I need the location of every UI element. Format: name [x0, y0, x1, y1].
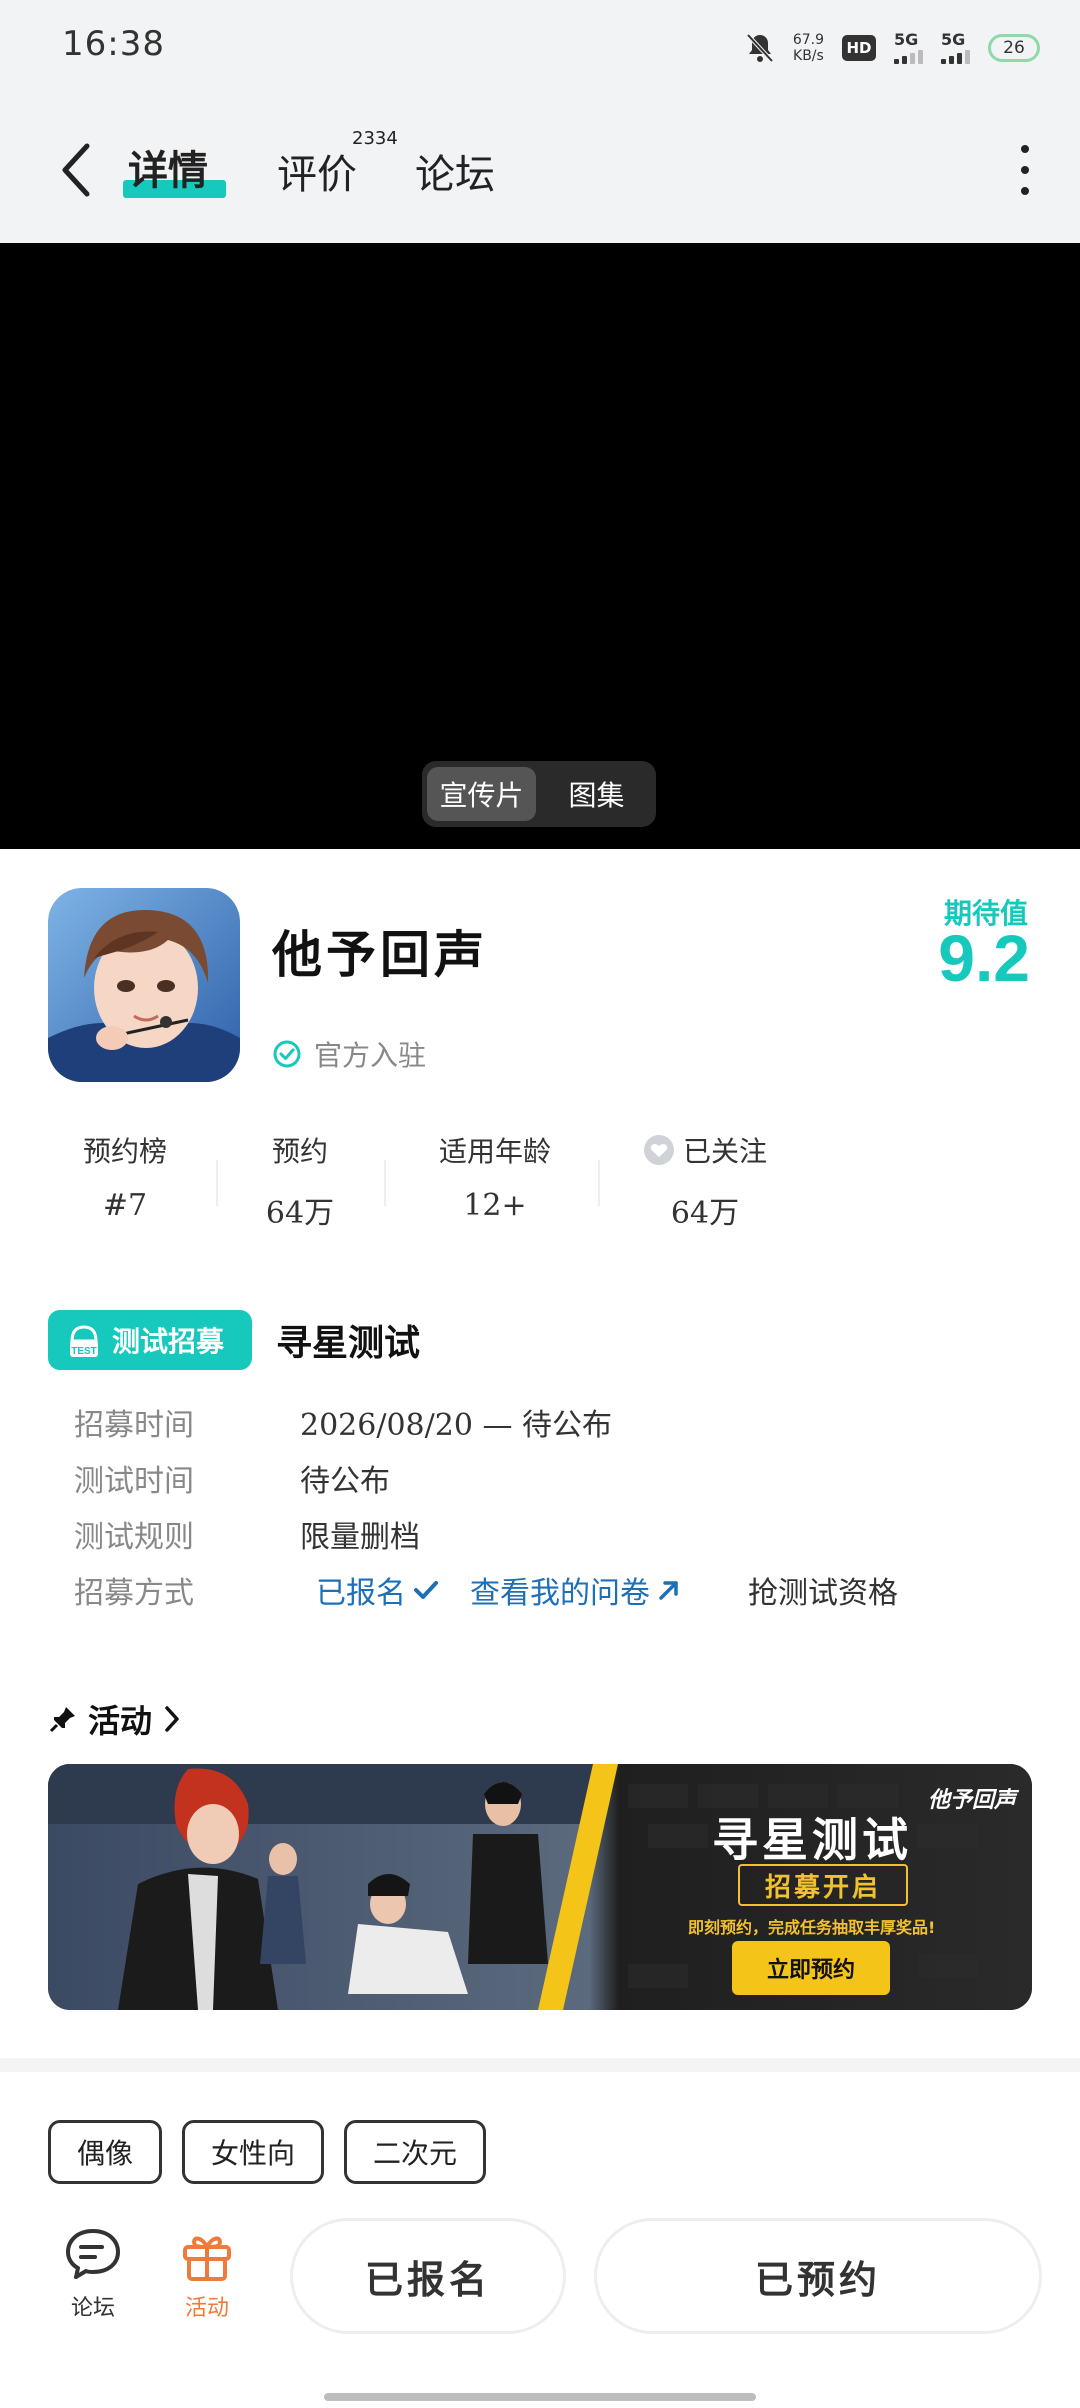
character-portrait-icon — [48, 888, 240, 1082]
tab-reviews[interactable]: 评价 — [277, 142, 357, 200]
stat-value: #7 — [102, 1188, 148, 1223]
status-time: 16:38 — [62, 24, 165, 64]
check-circle-icon — [273, 1040, 301, 1068]
signal-bars-icon — [941, 48, 970, 64]
activity-heading: 活动 — [88, 1702, 153, 1740]
stat-divider — [216, 1160, 218, 1206]
signal-sim1: 5G — [894, 32, 923, 64]
stat-value: 64万 — [670, 1196, 740, 1231]
hd-badge: HD — [842, 35, 876, 61]
video-player[interactable]: 宣传片 图集 — [0, 243, 1080, 849]
grab-test-slot-link[interactable]: 抢测试资格 — [748, 1568, 898, 1612]
net-speed-unit: KB/s — [793, 48, 824, 64]
activity-banner[interactable]: 他予回声 寻星测试 招募开启 即刻预约，完成任务抽取丰厚奖品! 立即预约 — [48, 1764, 1032, 2010]
stat-divider — [598, 1160, 600, 1206]
stat-label: 预约榜 — [82, 1135, 167, 1168]
banner-chip: 招募开启 — [738, 1864, 908, 1906]
app-detail-page: 16:38 67.9 KB/s HD 5G 5G 26 详情 评价 2334 论… — [0, 0, 1080, 2408]
stat-followed[interactable]: 已关注 64万 — [630, 1130, 780, 1232]
net-speed-value: 67.9 — [792, 32, 824, 48]
banner-subtitle: 即刻预约，完成任务抽取丰厚奖品! — [688, 1918, 936, 1937]
arrow-up-right-icon — [659, 1581, 678, 1600]
view-survey-label: 查看我的问卷 — [470, 1576, 650, 1611]
review-count: 2334 — [352, 128, 398, 149]
tag-list: 偶像 女性向 二次元 — [48, 2120, 487, 2184]
banner-title: 寻星测试 — [712, 1813, 912, 1867]
test-recruit-badge: TEST 测试招募 — [48, 1310, 252, 1370]
tag-item[interactable]: 二次元 — [344, 2120, 487, 2184]
stat-label: 已关注 — [682, 1135, 767, 1168]
banner-reserve-button[interactable]: 立即预约 — [732, 1941, 890, 1995]
signed-up-label: 已报名 — [316, 1576, 406, 1611]
expectation-score: 9.2 — [938, 921, 1030, 995]
stat-age-rating: 适用年龄 12+ — [420, 1130, 570, 1223]
tab-detail[interactable]: 详情 — [128, 138, 208, 196]
mute-bell-icon — [746, 33, 774, 63]
stat-reservations: 预约 64万 — [240, 1130, 360, 1232]
stat-rank[interactable]: 预约榜 #7 — [60, 1130, 190, 1223]
chevron-left-icon — [62, 143, 90, 197]
dot-icon — [1021, 187, 1029, 195]
reserved-button[interactable]: 已预约 — [594, 2218, 1042, 2334]
tab-forum[interactable]: 论坛 — [415, 142, 495, 200]
test-rule-label: 测试规则 — [74, 1520, 194, 1555]
recruit-time-label: 招募时间 — [74, 1408, 194, 1443]
activity-header[interactable]: 活动 — [48, 1696, 182, 1742]
gift-icon — [183, 2236, 231, 2281]
dot-icon — [1021, 145, 1029, 153]
signal-bars-icon — [894, 48, 923, 64]
tag-item[interactable]: 女性向 — [182, 2120, 325, 2184]
sim1-label: 5G — [894, 30, 919, 49]
dot-icon — [1021, 166, 1029, 174]
stat-value: 12+ — [463, 1188, 527, 1223]
heart-icon — [643, 1135, 674, 1165]
test-time-value: 待公布 — [300, 1464, 390, 1499]
sim2-label: 5G — [941, 30, 966, 49]
signal-sim2: 5G — [941, 32, 970, 64]
game-icon[interactable] — [48, 888, 240, 1082]
chat-bubble-icon — [66, 2229, 120, 2279]
signed-up-button[interactable]: 已报名 — [290, 2218, 566, 2334]
forum-nav-label: 论坛 — [70, 2296, 115, 2321]
test-bell-icon: TEST — [70, 1325, 98, 1357]
stat-label: 适用年龄 — [438, 1135, 551, 1168]
check-icon — [414, 1581, 438, 1599]
activity-nav-button[interactable]: 活动 — [162, 2220, 252, 2322]
recruit-badge-label: 测试招募 — [112, 1325, 225, 1358]
stat-value: 64万 — [265, 1196, 335, 1231]
status-bar: 16:38 67.9 KB/s HD 5G 5G 26 — [0, 0, 1080, 100]
recruit-method-label: 招募方式 — [74, 1576, 194, 1611]
svg-text:TEST: TEST — [71, 1346, 97, 1357]
media-toggle: 宣传片 图集 — [422, 761, 656, 827]
stat-label-wrap: 已关注 — [630, 1130, 780, 1170]
net-speed: 67.9 KB/s — [793, 32, 824, 64]
banner-logo: 他予回声 — [928, 1788, 1017, 1813]
pin-icon — [49, 1707, 75, 1733]
media-option-trailer[interactable]: 宣传片 — [427, 767, 536, 821]
signed-up-status: 已报名 — [316, 1568, 440, 1612]
recruit-title: 寻星测试 — [276, 1322, 421, 1364]
official-badge: 官方入驻 — [272, 1034, 426, 1074]
home-indicator[interactable] — [324, 2393, 756, 2401]
media-option-gallery[interactable]: 图集 — [542, 767, 651, 821]
more-options-button[interactable] — [1010, 145, 1040, 195]
forum-nav-button[interactable]: 论坛 — [48, 2220, 138, 2322]
chevron-right-icon — [165, 1706, 179, 1732]
section-divider — [0, 2058, 1080, 2072]
test-rule-value: 限量删档 — [300, 1520, 420, 1555]
recruit-time-value: 2026/08/20 — 待公布 — [300, 1408, 612, 1443]
stat-label: 预约 — [271, 1135, 328, 1168]
test-time-label: 测试时间 — [74, 1464, 194, 1499]
view-survey-link[interactable]: 查看我的问卷 — [470, 1568, 682, 1612]
tag-item[interactable]: 偶像 — [48, 2120, 163, 2184]
stat-divider — [384, 1160, 386, 1206]
status-icons: 67.9 KB/s HD 5G 5G 26 — [745, 26, 1040, 70]
game-title: 他予回声 — [272, 925, 488, 984]
stats-row: 预约榜 #7 预约 64万 适用年龄 12+ 已关注 64万 — [0, 1130, 1080, 1232]
back-button[interactable] — [50, 140, 100, 200]
battery-icon: 26 — [988, 34, 1040, 62]
official-label: 官方入驻 — [314, 1039, 427, 1072]
activity-nav-label: 活动 — [184, 2296, 229, 2321]
